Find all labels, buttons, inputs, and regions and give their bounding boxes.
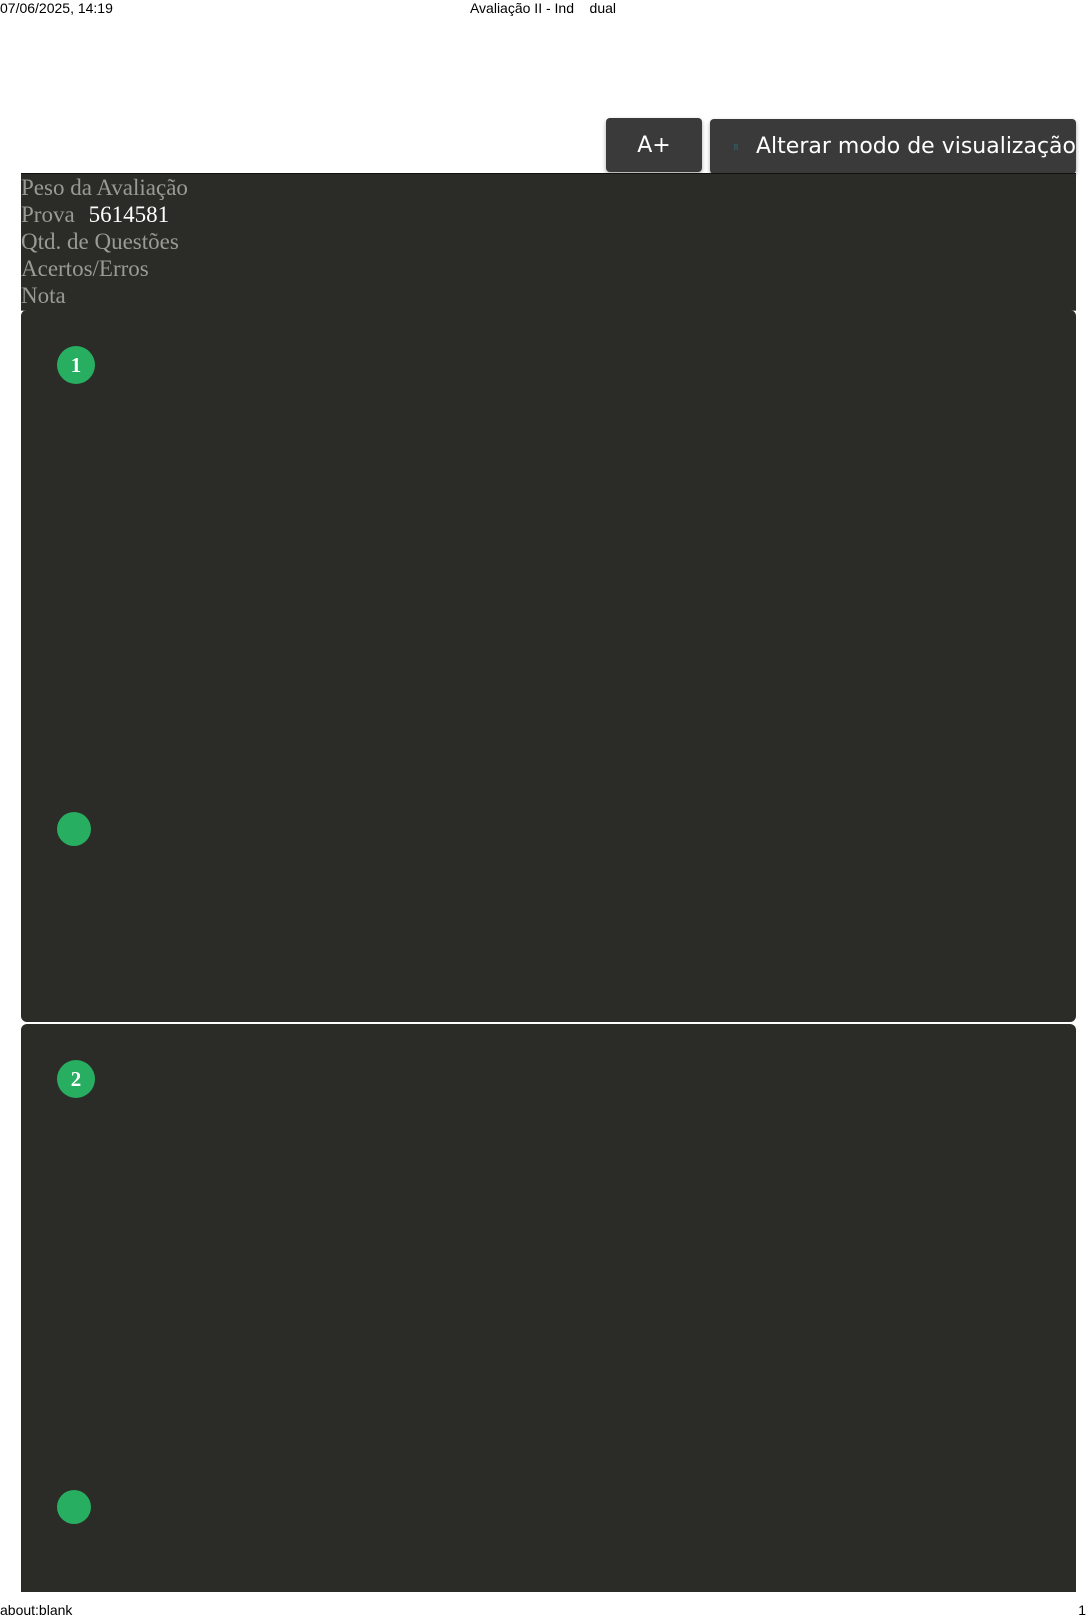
print-title: Avaliação II - Ind dual: [469, 0, 617, 16]
questions-label: Qtd. de Questões: [21, 229, 179, 254]
weight-row: Peso da Avaliação: [21, 174, 1076, 201]
print-footer: about:blank 1: [0, 1600, 1086, 1620]
question-card-2: 2: [21, 1024, 1076, 1592]
exam-summary: Peso da Avaliação Prova 5614581 Qtd. de Q…: [21, 173, 1076, 311]
document-icon: [734, 143, 738, 150]
view-mode-button[interactable]: Alterar modo de visualização: [710, 119, 1076, 174]
weight-label: Peso da Avaliação: [21, 175, 188, 200]
grade-label: Nota: [21, 283, 66, 308]
print-url: about:blank: [0, 1602, 73, 1618]
font-increase-label: A+: [637, 132, 671, 158]
view-mode-label: Alterar modo de visualização: [756, 134, 1076, 159]
score-row: Acertos/Erros: [21, 255, 1076, 282]
font-increase-button[interactable]: A+: [606, 118, 702, 172]
grade-row: Nota: [21, 282, 1076, 309]
exam-value: 5614581: [88, 202, 170, 227]
questions-row: Qtd. de Questões: [21, 228, 1076, 255]
question-card-1: 1: [21, 310, 1076, 1022]
answer-status-icon: [57, 812, 91, 846]
exam-label: Prova: [21, 202, 75, 227]
print-header: 07/06/2025, 14:19 Avaliação II - Ind dua…: [0, 0, 1086, 18]
score-label: Acertos/Erros: [21, 256, 149, 281]
answer-status-icon: [57, 1490, 91, 1524]
question-number-badge: 2: [57, 1060, 95, 1098]
exam-row: Prova 5614581: [21, 201, 1076, 228]
print-page-number: 1: [1078, 1602, 1086, 1618]
question-number-badge: 1: [57, 346, 95, 384]
